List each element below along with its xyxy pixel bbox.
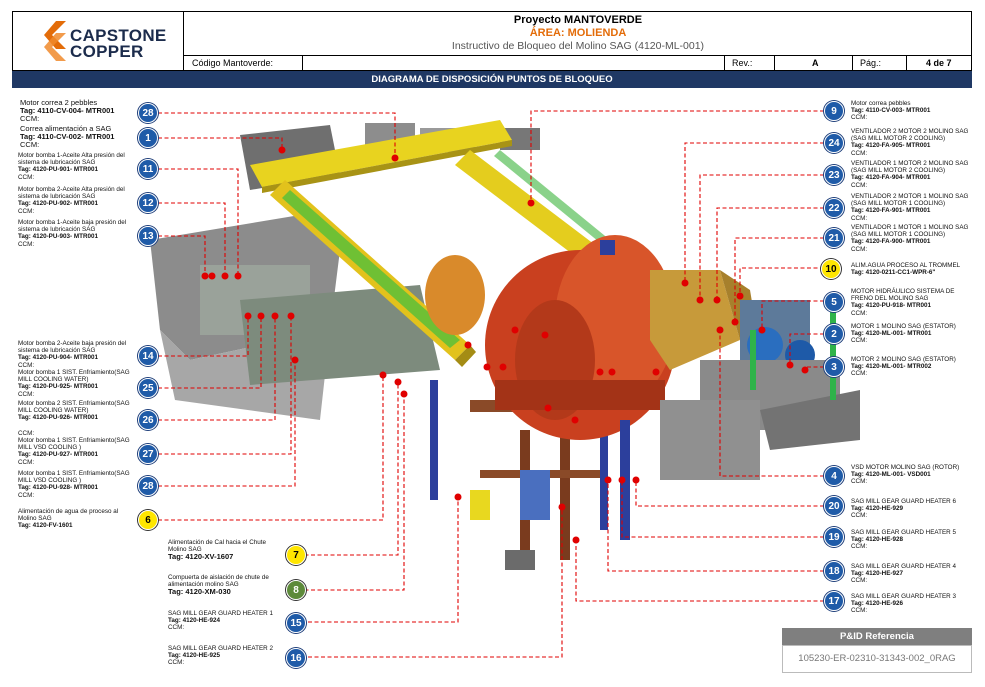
marker-28-bottom-left[interactable]: 28 <box>138 476 158 496</box>
marker-1[interactable]: 1 <box>138 128 158 148</box>
label-right-9: Motor correa pebbles Tag: 4110-CV-003- M… <box>851 100 931 122</box>
label-right-4: VSD MOTOR MOLINO SAG (ROTOR) Tag: 4120-M… <box>851 464 960 486</box>
label-right-21: VENTILADOR 1 MOTOR 1 MOLINO SAG (SAG MIL… <box>851 224 969 253</box>
marker-28-top-left[interactable]: 28 <box>138 103 158 123</box>
marker-6[interactable]: 6 <box>138 510 158 530</box>
label-bottom-8: Compuerta de aislación de chute de alime… <box>168 574 269 597</box>
marker-4[interactable]: 4 <box>824 466 844 486</box>
marker-19[interactable]: 19 <box>824 527 844 547</box>
marker-3[interactable]: 3 <box>824 357 844 377</box>
label-bottom-15: SAG MILL GEAR GUARD HEATER 1 Tag: 4120-H… <box>168 610 273 632</box>
marker-14[interactable]: 14 <box>138 346 158 366</box>
label-right-22: VENTILADOR 2 MOTOR 1 MOLINO SAG (SAG MIL… <box>851 193 969 222</box>
label-left-6: Alimentación de agua de proceso al Molin… <box>18 508 119 530</box>
label-left-27: Motor bomba 1 SIST. Enfriamiento(SAG MIL… <box>18 437 130 466</box>
marker-15[interactable]: 15 <box>286 613 306 633</box>
label-right-5: MOTOR HIDRÁULICO SISTEMA DE FRENO DEL MO… <box>851 288 955 317</box>
label-left-13: Motor bomba 1-Aceite baja presión del si… <box>18 219 127 248</box>
marker-5[interactable]: 5 <box>824 292 844 312</box>
marker-23[interactable]: 23 <box>824 165 844 185</box>
label-left-26: Motor bomba 2 SIST. Enfriamiento(SAG MIL… <box>18 400 130 437</box>
marker-25[interactable]: 25 <box>138 378 158 398</box>
marker-20[interactable]: 20 <box>824 496 844 516</box>
marker-7[interactable]: 7 <box>286 545 306 565</box>
label-left-28b: Motor bomba 1 SIST. Enfriamiento(SAG MIL… <box>18 470 130 499</box>
label-right-24: VENTILADOR 2 MOTOR 2 MOLINO SAG (SAG MIL… <box>851 128 969 157</box>
label-left-28a: Motor correa 2 pebbles Tag: 4110-CV-004-… <box>20 98 115 123</box>
marker-26[interactable]: 26 <box>138 410 158 430</box>
marker-21[interactable]: 21 <box>824 228 844 248</box>
label-left-12: Motor bomba 2-Aceite Alta presión del si… <box>18 186 125 215</box>
label-left-1: Correa alimentación a SAG Tag: 4110-CV-0… <box>20 124 115 149</box>
label-bottom-16: SAG MILL GEAR GUARD HEATER 2 Tag: 4120-H… <box>168 645 273 667</box>
label-bottom-7: Alimentación de Cal hacia el Chute Molin… <box>168 539 267 562</box>
label-left-14: Motor bomba 2-Aceite baja presión del si… <box>18 340 127 369</box>
label-right-20: SAG MILL GEAR GUARD HEATER 6 Tag: 4120-H… <box>851 498 956 520</box>
marker-18[interactable]: 18 <box>824 561 844 581</box>
marker-13[interactable]: 13 <box>138 226 158 246</box>
marker-22[interactable]: 22 <box>824 198 844 218</box>
marker-24[interactable]: 24 <box>824 133 844 153</box>
label-right-17: SAG MILL GEAR GUARD HEATER 3 Tag: 4120-H… <box>851 593 956 615</box>
label-right-19: SAG MILL GEAR GUARD HEATER 5 Tag: 4120-H… <box>851 529 956 551</box>
marker-11[interactable]: 11 <box>138 159 158 179</box>
marker-12[interactable]: 12 <box>138 193 158 213</box>
label-right-23: VENTILADOR 1 MOTOR 2 MOLINO SAG (SAG MIL… <box>851 160 969 189</box>
label-left-11: Motor bomba 1-Aceite Alta presión del si… <box>18 152 125 181</box>
label-right-18: SAG MILL GEAR GUARD HEATER 4 Tag: 4120-H… <box>851 563 956 585</box>
label-right-10: ALIM.AGUA PROCESO AL TROMMEL Tag: 4120-0… <box>851 262 961 277</box>
marker-9[interactable]: 9 <box>824 101 844 121</box>
marker-10[interactable]: 10 <box>821 259 841 279</box>
marker-8[interactable]: 8 <box>286 580 306 600</box>
marker-2[interactable]: 2 <box>824 324 844 344</box>
marker-17[interactable]: 17 <box>824 591 844 611</box>
pid-reference-value: 105230-ER-02310-31343-002_0RAG <box>782 645 972 673</box>
label-left-25: Motor bomba 1 SIST. Enfriamiento(SAG MIL… <box>18 369 130 398</box>
marker-27[interactable]: 27 <box>138 444 158 464</box>
label-right-2: MOTOR 1 MOLINO SAG (ESTATOR) Tag: 4120-M… <box>851 323 956 345</box>
label-right-3: MOTOR 2 MOLINO SAG (ESTATOR) Tag: 4120-M… <box>851 356 956 378</box>
marker-16[interactable]: 16 <box>286 648 306 668</box>
pid-reference-heading: P&ID Referencia <box>782 628 972 645</box>
